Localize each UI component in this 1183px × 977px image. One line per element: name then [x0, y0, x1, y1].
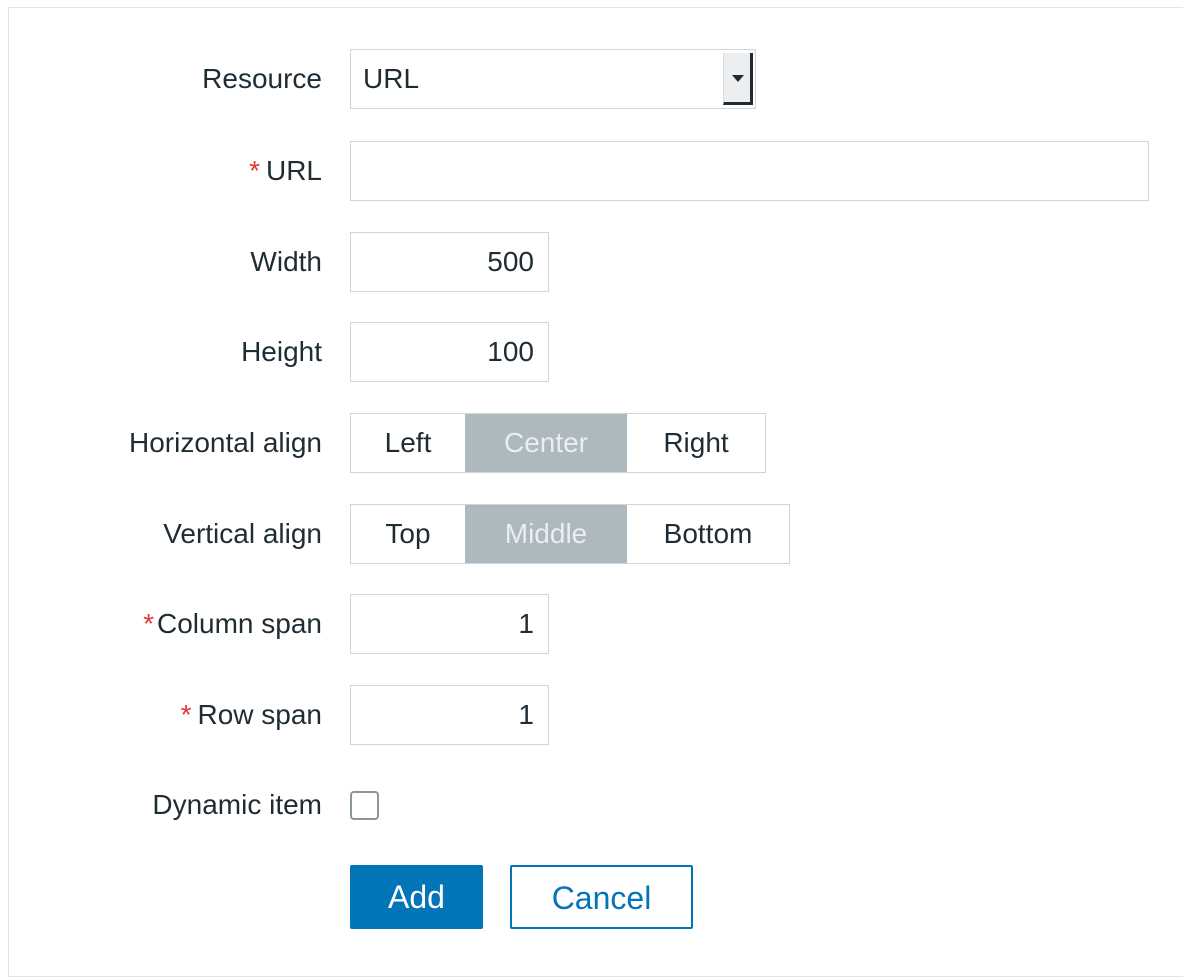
form-actions: Add Cancel	[0, 865, 1183, 929]
height-label: Height	[241, 336, 322, 367]
column-span-row: * Column span	[0, 594, 1183, 654]
dynamic-item-label: Dynamic item	[152, 789, 322, 820]
width-input[interactable]	[350, 232, 549, 292]
horizontal-align-left-option[interactable]: Left	[351, 414, 465, 472]
horizontal-align-right-option[interactable]: Right	[627, 414, 765, 472]
vertical-align-top-option[interactable]: Top	[351, 505, 465, 563]
url-input[interactable]	[350, 141, 1149, 201]
required-asterisk-icon: *	[180, 699, 192, 730]
column-span-input[interactable]	[350, 594, 549, 654]
horizontal-align-center-option[interactable]: Center	[465, 414, 627, 472]
required-asterisk-icon: *	[143, 608, 155, 639]
dropdown-arrow-icon[interactable]	[723, 53, 753, 105]
resource-select[interactable]: URL	[350, 49, 756, 109]
width-row: Width	[0, 232, 1183, 292]
horizontal-align-row: Horizontal align Left Center Right	[0, 413, 1183, 473]
width-label: Width	[250, 246, 322, 277]
resource-row: Resource URL	[0, 49, 1183, 109]
dynamic-item-checkbox[interactable]	[350, 791, 379, 820]
vertical-align-middle-option[interactable]: Middle	[465, 505, 627, 563]
row-span-row: * Row span	[0, 685, 1183, 745]
height-input[interactable]	[350, 322, 549, 382]
url-label: * URL	[249, 155, 322, 186]
dynamic-item-row: Dynamic item	[0, 775, 1183, 835]
horizontal-align-segmented-control: Left Center Right	[350, 413, 766, 473]
vertical-align-segmented-control: Top Middle Bottom	[350, 504, 790, 564]
add-button[interactable]: Add	[350, 865, 483, 929]
required-asterisk-icon: *	[249, 155, 260, 186]
url-row: * URL	[0, 141, 1183, 201]
height-row: Height	[0, 322, 1183, 382]
vertical-align-row: Vertical align Top Middle Bottom	[0, 504, 1183, 564]
resource-label: Resource	[202, 63, 322, 94]
column-span-label: * Column span	[143, 608, 322, 639]
vertical-align-bottom-option[interactable]: Bottom	[627, 505, 789, 563]
vertical-align-label: Vertical align	[163, 518, 322, 549]
horizontal-align-label: Horizontal align	[129, 427, 322, 458]
resource-select-value: URL	[363, 63, 420, 94]
cancel-button[interactable]: Cancel	[510, 865, 693, 929]
row-span-label: * Row span	[180, 699, 322, 730]
row-span-input[interactable]	[350, 685, 549, 745]
